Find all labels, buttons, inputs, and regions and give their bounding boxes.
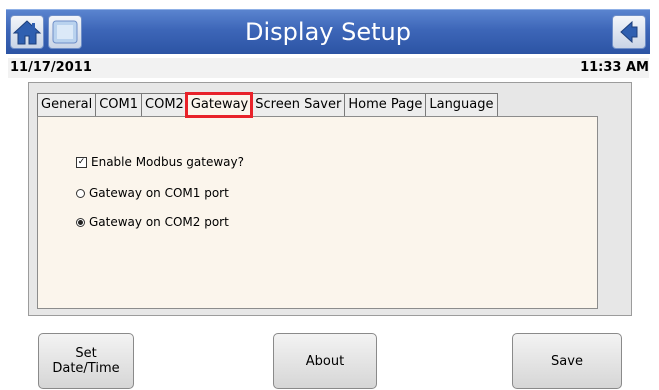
set-date-time-line2: Date/Time	[52, 361, 120, 376]
status-row: 11/17/2011 11:33 AM	[8, 58, 649, 78]
save-button[interactable]: Save	[512, 333, 622, 389]
tab-com1[interactable]: COM1	[95, 94, 142, 116]
tab-general[interactable]: General	[37, 94, 96, 116]
tab-com2[interactable]: COM2	[141, 94, 187, 116]
enable-gateway-checkbox[interactable]: ✓ Enable Modbus gateway?	[76, 154, 244, 170]
set-date-time-button[interactable]: Set Date/Time	[38, 333, 134, 389]
tab-language[interactable]: Language	[425, 94, 497, 116]
tab-screen-saver[interactable]: Screen Saver	[251, 94, 345, 116]
back-arrow-icon	[620, 20, 638, 44]
gateway-com1-label: Gateway on COM1 port	[89, 186, 229, 200]
settings-panel: General COM1 COM2 Gateway Screen Saver H…	[28, 82, 632, 316]
gateway-tab-content: ✓ Enable Modbus gateway? Gateway on COM1…	[37, 116, 598, 309]
window-title: Display Setup	[245, 18, 411, 46]
about-button[interactable]: About	[273, 333, 377, 389]
date-display: 11/17/2011	[10, 60, 92, 75]
set-date-time-line1: Set	[75, 346, 97, 361]
gateway-com1-radio[interactable]: Gateway on COM1 port	[76, 185, 229, 201]
time-display: 11:33 AM	[580, 60, 649, 75]
title-bar: Display Setup	[6, 9, 650, 54]
radio-on-icon	[76, 217, 85, 227]
gateway-com2-radio[interactable]: Gateway on COM2 port	[76, 214, 229, 230]
tab-home-page[interactable]: Home Page	[344, 94, 426, 116]
radio-off-icon	[76, 188, 85, 198]
gateway-com2-label: Gateway on COM2 port	[89, 215, 229, 229]
tab-gateway[interactable]: Gateway	[184, 92, 254, 118]
back-button[interactable]	[612, 15, 646, 49]
tab-strip: General COM1 COM2 Gateway Screen Saver H…	[37, 92, 498, 118]
enable-gateway-label: Enable Modbus gateway?	[91, 155, 244, 169]
checkbox-icon: ✓	[76, 156, 87, 168]
